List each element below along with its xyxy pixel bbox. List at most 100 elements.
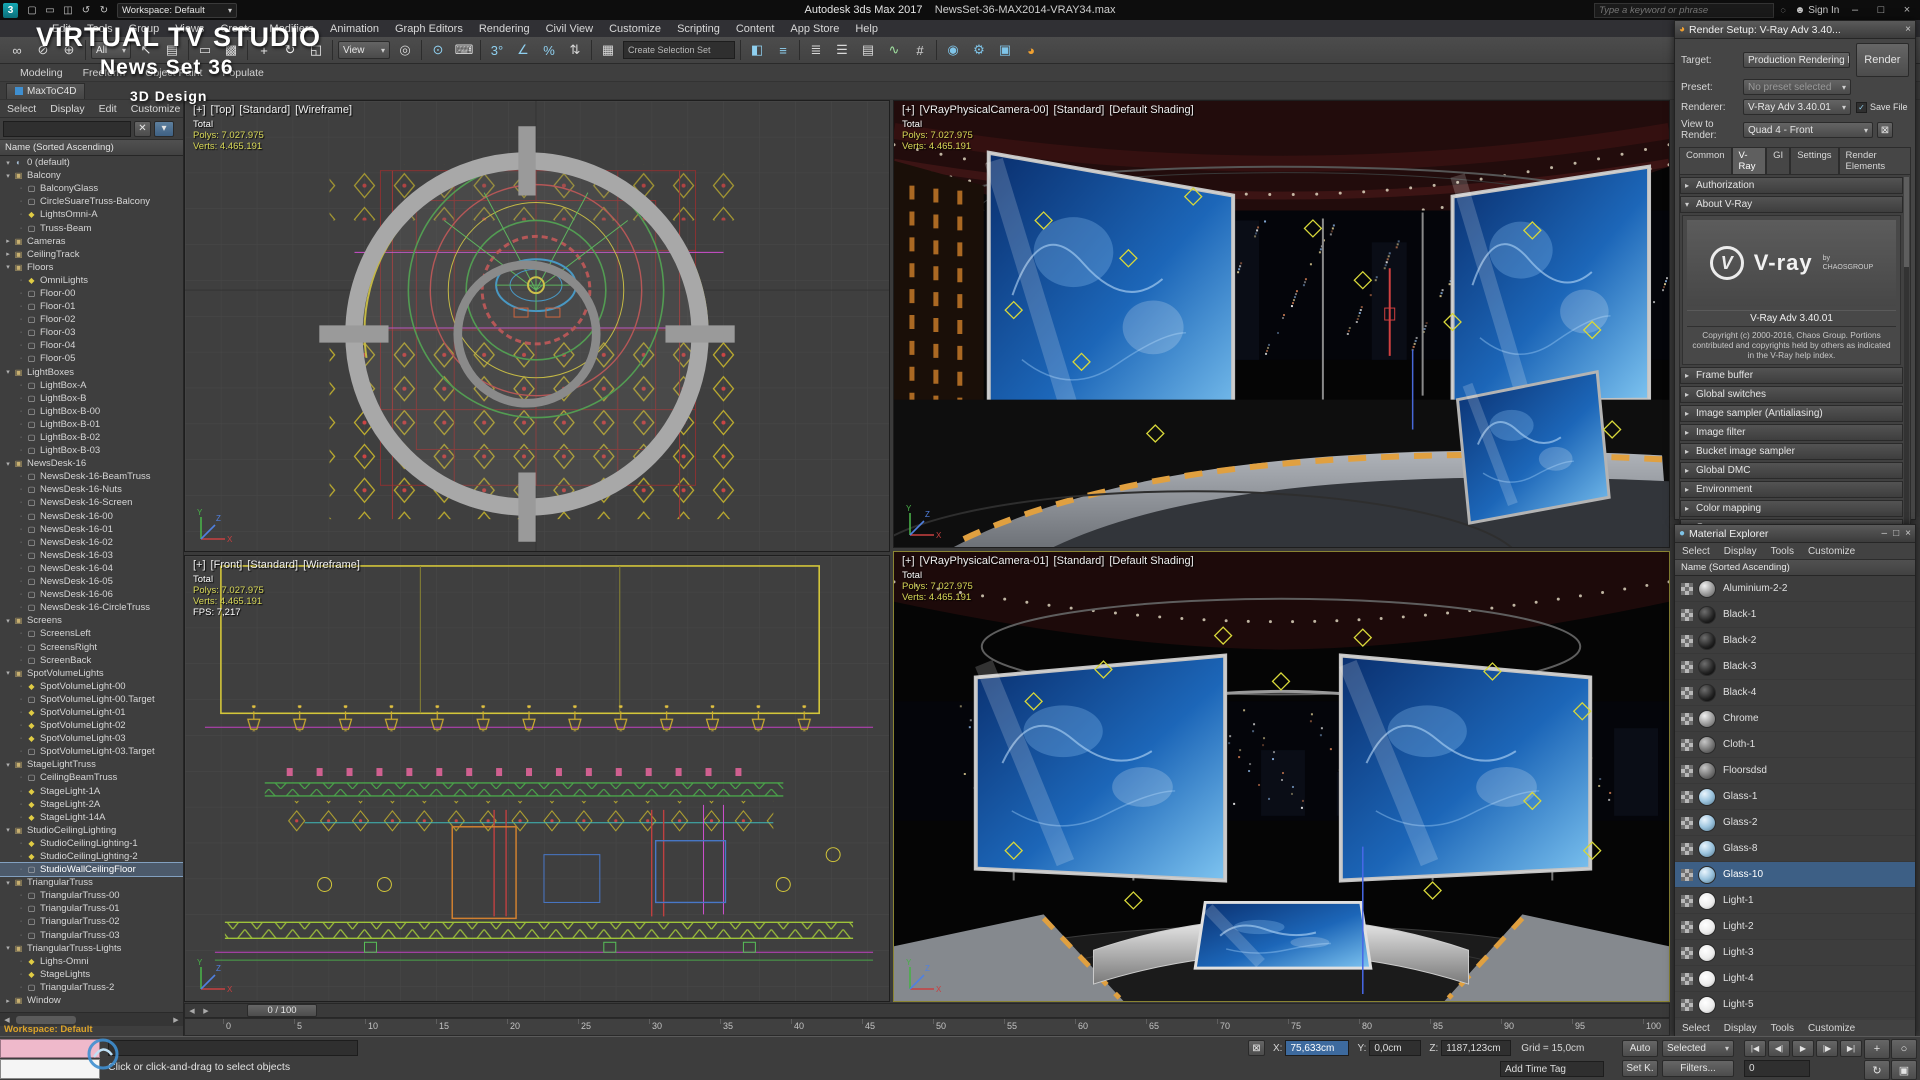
ribbon-tab-freeform[interactable]: Freeform xyxy=(73,65,136,81)
tree-item[interactable]: ▾ ▣ NewsDesk-16 xyxy=(0,457,183,470)
explorer-column-header[interactable]: Name (Sorted Ascending) xyxy=(0,140,183,156)
clear-filter-icon[interactable]: ✕ xyxy=(134,120,151,137)
go-to-start-icon[interactable]: |◀ xyxy=(1744,1040,1766,1057)
tree-item[interactable]: · ▢ Floor-02 xyxy=(0,313,183,326)
minimize-icon[interactable]: – xyxy=(1842,0,1868,20)
material-row[interactable]: Black-2 xyxy=(1675,628,1915,654)
menu-app-store[interactable]: App Store xyxy=(782,20,847,37)
angle-snap-icon[interactable]: ∠ xyxy=(511,39,535,62)
close-icon[interactable]: × xyxy=(1905,24,1911,35)
rollout-image-sampler-antialiasing[interactable]: ▸ Image sampler (Antialiasing) xyxy=(1680,405,1903,422)
tree-item[interactable]: · ▢ CircleSuareTruss-Balcony xyxy=(0,195,183,208)
tree-item[interactable]: · ▢ BalconyGlass xyxy=(0,182,183,195)
viewport-camera-00[interactable]: [+] [VRayPhysicalCamera-00] [Standard] [Def… xyxy=(893,100,1670,548)
menu-animation[interactable]: Animation xyxy=(322,20,387,37)
material-row[interactable]: Chrome xyxy=(1675,706,1915,732)
selection-region-icon[interactable]: ▭ xyxy=(193,39,217,62)
tree-item[interactable]: · ▢ NewsDesk-16-Nuts xyxy=(0,483,183,496)
viewport-name-menu[interactable]: [VRayPhysicalCamera-00] xyxy=(920,104,1049,116)
tree-item[interactable]: · ▢ NewsDesk-16-03 xyxy=(0,549,183,562)
redo-icon[interactable]: ↻ xyxy=(95,2,113,18)
tree-item[interactable]: · ▢ ScreensLeft xyxy=(0,627,183,640)
play-icon[interactable]: ▶ xyxy=(1792,1040,1814,1057)
tree-item[interactable]: · ▢ Floor-00 xyxy=(0,287,183,300)
viewport-camera-01[interactable]: [+] [VRayPhysicalCamera-01] [Standard] [Def… xyxy=(893,551,1670,1002)
tree-item[interactable]: · ◆ StageLights xyxy=(0,968,183,981)
material-row[interactable]: Light-4 xyxy=(1675,966,1915,992)
rollout-environment[interactable]: ▸ Environment xyxy=(1680,481,1903,498)
viewport-shading-menu[interactable]: [Default Shading] xyxy=(1109,555,1193,567)
render-tab-common[interactable]: Common xyxy=(1679,147,1732,174)
tree-item[interactable]: · ◆ StageLight-14A xyxy=(0,811,183,824)
rollout-bucket-image-sampler[interactable]: ▸ Bucket image sampler xyxy=(1680,443,1903,460)
menu-views[interactable]: Views xyxy=(167,20,212,37)
tree-item[interactable]: ▾ ▣ StageLightTruss xyxy=(0,758,183,771)
tree-item[interactable]: · ▢ TriangularTruss-2 xyxy=(0,981,183,994)
zoom-icon[interactable]: ○ xyxy=(1891,1039,1917,1059)
camera01-canvas[interactable] xyxy=(894,552,1669,1001)
spinner-snap-icon[interactable]: ⇅ xyxy=(563,39,587,62)
viewport-style-menu[interactable]: [Standard] xyxy=(247,559,298,571)
restore-icon[interactable]: □ xyxy=(1868,0,1894,20)
menu-edit[interactable]: Edit xyxy=(44,20,79,37)
previous-frame-icon[interactable]: ◀| xyxy=(1768,1040,1790,1057)
search-icon[interactable]: ◌ xyxy=(1774,2,1792,18)
workspace-dropdown[interactable]: Workspace: Default ▾ xyxy=(117,2,237,18)
align-icon[interactable]: ≡ xyxy=(771,39,795,62)
render-tab-render-elements[interactable]: Render Elements xyxy=(1838,147,1911,174)
tree-item[interactable]: · ▢ NewsDesk-16-BeamTruss xyxy=(0,470,183,483)
viewport-style-menu[interactable]: [Standard] xyxy=(1054,555,1105,567)
selection-set-dropdown[interactable]: Selected ▾ xyxy=(1662,1040,1734,1057)
menu-group[interactable]: Group xyxy=(121,20,168,37)
tree-item[interactable]: · ◆ StageLight-1A xyxy=(0,785,183,798)
unlink-selection-icon[interactable]: ⊘ xyxy=(31,39,55,62)
x-coordinate-field[interactable]: 75,633cm xyxy=(1285,1040,1350,1056)
maxscript-mini-listener-pink[interactable] xyxy=(0,1039,100,1058)
material-row[interactable]: Aluminium-2-2 xyxy=(1675,576,1915,602)
menu-content[interactable]: Content xyxy=(728,20,783,37)
front-viewport-canvas[interactable] xyxy=(185,556,889,1001)
tree-item[interactable]: · ▢ TriangularTruss-02 xyxy=(0,915,183,928)
lock-view-icon[interactable]: ⊠ xyxy=(1877,122,1893,138)
tree-item[interactable]: ▾ ▣ LightBoxes xyxy=(0,366,183,379)
collapse-arrow-icon[interactable]: ▾ xyxy=(3,172,13,180)
snap-toggle-3d-icon[interactable]: 3° xyxy=(485,39,509,62)
tree-item[interactable]: ▾ ▣ Screens xyxy=(0,614,183,627)
tree-item[interactable]: · ▢ LightBox-A xyxy=(0,379,183,392)
maximize-viewport-icon[interactable]: ▣ xyxy=(1891,1060,1917,1080)
maxscript-mini-listener-white[interactable] xyxy=(0,1059,100,1079)
sign-in-button[interactable]: ☻ Sign In xyxy=(1792,2,1842,18)
mirror-icon[interactable]: ◧ xyxy=(745,39,769,62)
tree-item[interactable]: · ▢ Floor-03 xyxy=(0,326,183,339)
select-and-move-icon[interactable]: + xyxy=(252,39,276,62)
menu-scripting[interactable]: Scripting xyxy=(669,20,728,37)
tree-item[interactable]: · ▢ LightBox-B-01 xyxy=(0,418,183,431)
viewport-menu-button[interactable]: [+] xyxy=(902,104,915,116)
current-frame-field[interactable]: 0 xyxy=(1744,1060,1810,1077)
material-menu-select[interactable]: Select xyxy=(1675,543,1717,559)
tree-item[interactable]: · ▢ NewsDesk-16-00 xyxy=(0,510,183,523)
material-column-header[interactable]: Name (Sorted Ascending) xyxy=(1675,560,1915,576)
tree-item[interactable]: · ◆ SpotVolumeLight-02 xyxy=(0,719,183,732)
tree-item[interactable]: · ◆ Lighs-Omni xyxy=(0,955,183,968)
new-file-icon[interactable]: ▢ xyxy=(23,2,41,18)
render-tab-gi[interactable]: GI xyxy=(1766,147,1791,174)
material-menu-customize[interactable]: Customize xyxy=(1801,543,1862,559)
menu-customize[interactable]: Customize xyxy=(601,20,669,37)
add-time-tag-field[interactable]: Add Time Tag xyxy=(1500,1061,1604,1077)
collapse-arrow-icon[interactable]: ▾ xyxy=(3,879,13,887)
time-slider-handle[interactable]: 0 / 100 xyxy=(247,1004,317,1017)
render-tab-settings[interactable]: Settings xyxy=(1790,147,1839,174)
rollout-global-switches[interactable]: ▸ Global switches xyxy=(1680,386,1903,403)
key-filters-button[interactable]: Filters... xyxy=(1662,1060,1734,1077)
viewport-front[interactable]: [+] [Front] [Standard] [Wireframe] Total Po… xyxy=(184,555,890,1002)
rollout-about-vray[interactable]: ▾ About V-Ray xyxy=(1680,196,1903,213)
material-row[interactable]: Glass-1 xyxy=(1675,784,1915,810)
menu-rendering[interactable]: Rendering xyxy=(471,20,538,37)
rollout-global-dmc[interactable]: ▸ Global DMC xyxy=(1680,462,1903,479)
close-icon[interactable]: × xyxy=(1905,528,1911,539)
toggle-scene-explorer-icon[interactable]: ≣ xyxy=(804,39,828,62)
tree-item[interactable]: · ▢ LightBox-B-02 xyxy=(0,431,183,444)
time-slider[interactable]: ◀ ▶ 0 / 100 xyxy=(184,1003,1670,1018)
collapse-arrow-icon[interactable]: ▾ xyxy=(3,460,13,468)
